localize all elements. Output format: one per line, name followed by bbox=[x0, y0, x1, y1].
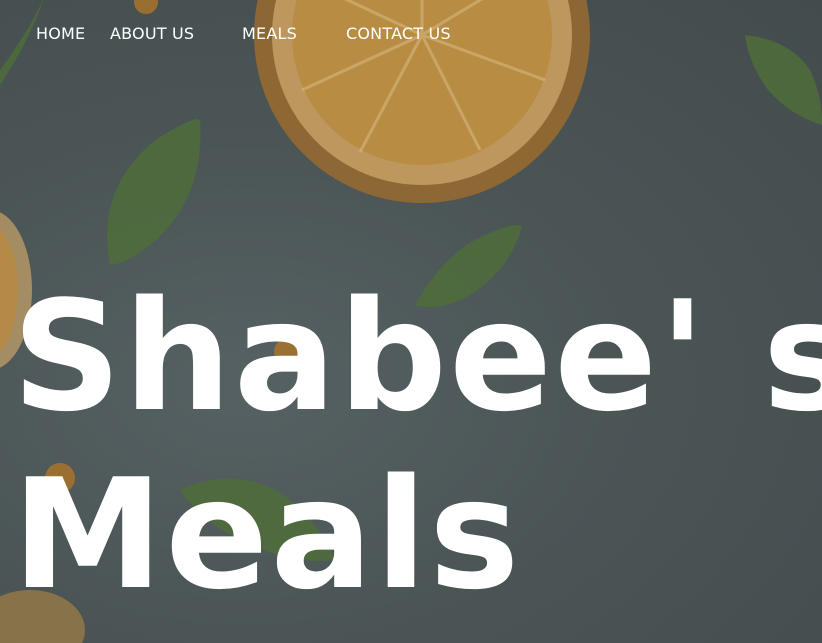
leaf-left bbox=[107, 119, 201, 265]
hero-title-line-1: Shabee' s bbox=[12, 268, 822, 445]
main-navigation: HOME ABOUT US MEALS CONTACT US bbox=[0, 0, 822, 70]
nav-link-about-us[interactable]: ABOUT US bbox=[110, 24, 194, 43]
hero-section: HOME ABOUT US MEALS CONTACT US Shabee' s… bbox=[0, 0, 822, 643]
hero-title: Shabee' s Meals bbox=[12, 268, 822, 624]
nav-link-meals[interactable]: MEALS bbox=[242, 24, 297, 43]
nav-link-contact-us[interactable]: CONTACT US bbox=[346, 24, 451, 43]
nav-link-home[interactable]: HOME bbox=[36, 24, 85, 43]
hero-title-line-2: Meals bbox=[12, 446, 522, 623]
